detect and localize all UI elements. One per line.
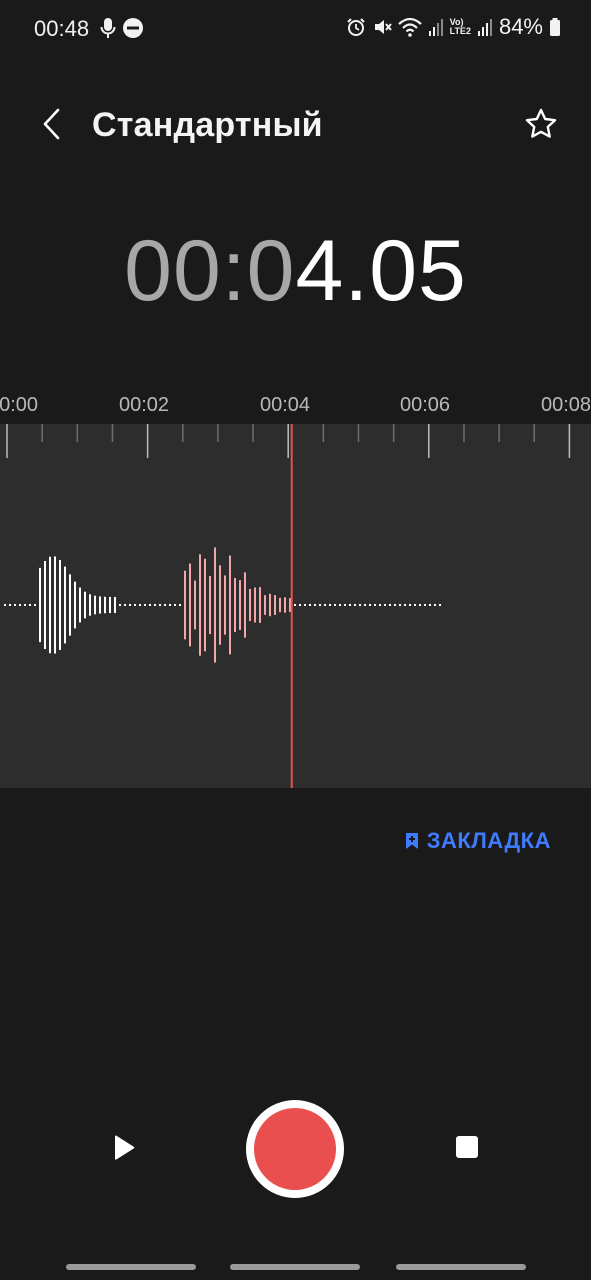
battery-icon	[549, 17, 561, 37]
alarm-icon	[346, 17, 366, 37]
waveform-area[interactable]	[0, 424, 591, 788]
back-button[interactable]	[30, 102, 74, 146]
status-right-icons: Vo) LTE2 84%	[346, 14, 561, 40]
time-label: 00:04	[260, 394, 311, 416]
stop-button[interactable]	[444, 1124, 490, 1170]
nav-home-button[interactable]	[230, 1264, 360, 1270]
bookmark-button[interactable]: ЗАКЛАДКА	[405, 828, 551, 854]
time-label: 00:08	[541, 394, 591, 416]
play-icon	[115, 1135, 135, 1160]
play-button[interactable]	[100, 1122, 148, 1174]
favorite-button[interactable]	[519, 102, 563, 146]
nav-recents-button[interactable]	[66, 1264, 196, 1270]
volte-line2: LTE2	[449, 26, 471, 36]
mute-icon	[372, 17, 392, 37]
status-left-icons	[100, 17, 144, 44]
stop-icon	[456, 1136, 478, 1158]
battery-percent: 84%	[498, 14, 543, 39]
timer-elapsed-bright: 4.05	[295, 223, 467, 319]
signal-icon	[428, 17, 444, 37]
chevron-left-icon	[43, 108, 60, 140]
star-outline-icon	[525, 108, 557, 138]
record-button[interactable]	[246, 1100, 344, 1198]
do-not-disturb-icon	[122, 17, 144, 44]
status-bar: 00:48 Vo) LTE2 84%	[0, 0, 591, 56]
voice-recorder-screen: 00:48 Vo) LTE2 84% Стандартный 00:04.05 …	[0, 0, 591, 1280]
volte-icon: Vo) LTE2	[450, 18, 471, 36]
waveform-timeline[interactable]: 00:00 00:02 00:04 00:06 00:08	[0, 390, 591, 790]
time-label: 00:02	[119, 394, 170, 416]
signal-icon-2	[477, 17, 493, 37]
bookmark-label: ЗАКЛАДКА	[426, 828, 551, 853]
recording-timer: 00:04.05	[0, 222, 591, 321]
timer-elapsed-dim: 00:0	[124, 223, 296, 319]
time-labels: 00:00 00:02 00:04 00:06 00:08	[0, 390, 591, 424]
time-label: 00:06	[400, 394, 451, 416]
record-icon	[254, 1108, 336, 1190]
header: Стандартный	[0, 90, 591, 160]
status-time: 00:48	[34, 16, 90, 41]
microphone-icon	[100, 17, 116, 44]
time-label: 00:00	[0, 394, 39, 416]
navigation-bar	[0, 1264, 591, 1272]
playback-controls	[0, 1098, 591, 1198]
page-title: Стандартный	[92, 106, 323, 144]
waveform-graphic	[4, 424, 571, 788]
nav-back-button[interactable]	[396, 1264, 526, 1270]
bookmark-add-icon	[405, 833, 418, 849]
wifi-icon	[397, 17, 422, 37]
